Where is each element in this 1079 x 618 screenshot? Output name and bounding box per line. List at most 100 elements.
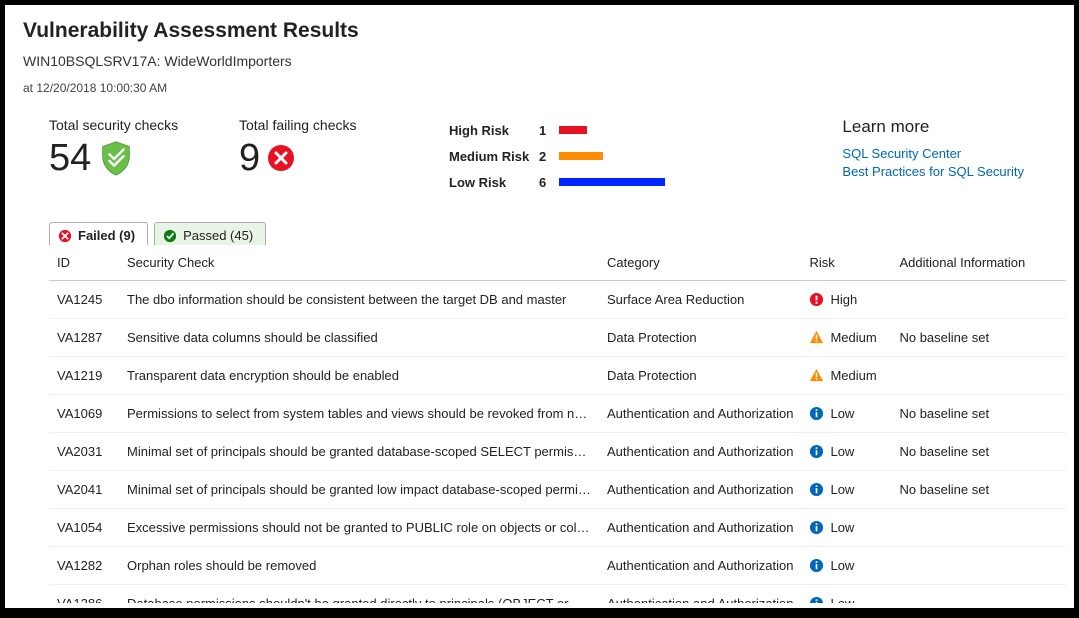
table-row[interactable]: VA1287Sensitive data columns should be c… — [49, 319, 1066, 357]
cell-security-check: Sensitive data columns should be classif… — [119, 319, 599, 357]
risk-low-label: Low Risk — [449, 175, 539, 190]
link-sql-security-center[interactable]: SQL Security Center — [842, 145, 1024, 163]
link-best-practices[interactable]: Best Practices for SQL Security — [842, 163, 1024, 181]
cell-id: VA1282 — [49, 547, 119, 585]
results-table: ID Security Check Category Risk Addition… — [49, 245, 1066, 603]
risk-medium-count: 2 — [539, 149, 559, 164]
table-row[interactable]: VA2031Minimal set of principals should b… — [49, 433, 1066, 471]
summary-row: Total security checks 54 Total failing c… — [5, 95, 1074, 203]
table-row[interactable]: VA1069Permissions to select from system … — [49, 395, 1066, 433]
learn-more-heading: Learn more — [842, 117, 1024, 137]
tab-passed-label: Passed (45) — [183, 228, 253, 243]
risk-text: Low — [830, 482, 854, 497]
scan-timestamp: at 12/20/2018 10:00:30 AM — [23, 81, 1074, 95]
col-id[interactable]: ID — [49, 245, 119, 281]
cell-risk: Low — [801, 471, 891, 509]
cell-additional-info — [891, 357, 1066, 395]
failing-checks-label: Total failing checks — [239, 117, 419, 133]
error-circle-icon — [266, 143, 296, 173]
table-row[interactable]: VA1245The dbo information should be cons… — [49, 281, 1066, 319]
cell-category: Surface Area Reduction — [599, 281, 801, 319]
medium-risk-icon — [809, 330, 824, 345]
app-frame: Vulnerability Assessment Results WIN10BS… — [5, 5, 1074, 608]
total-checks-block: Total security checks 54 — [49, 117, 229, 177]
page-title: Vulnerability Assessment Results — [23, 19, 1056, 43]
server-database: WIN10BSQLSRV17A: WideWorldImporters — [23, 53, 1056, 69]
cell-id: VA1054 — [49, 509, 119, 547]
risk-medium-label: Medium Risk — [449, 149, 539, 164]
cell-risk: Low — [801, 433, 891, 471]
cell-id: VA2041 — [49, 471, 119, 509]
cell-id: VA1245 — [49, 281, 119, 319]
risk-breakdown: High Risk 1 Medium Risk 2 Low Risk 6 — [449, 117, 749, 195]
risk-low-bar — [559, 178, 665, 186]
risk-medium-row: Medium Risk 2 — [449, 143, 749, 169]
cell-id: VA1069 — [49, 395, 119, 433]
cell-additional-info — [891, 585, 1066, 604]
learn-more-block: Learn more SQL Security Center Best Prac… — [842, 117, 1044, 181]
check-circle-icon — [163, 229, 177, 243]
risk-text: Medium — [830, 368, 876, 383]
cell-category: Authentication and Authorization — [599, 395, 801, 433]
high-risk-icon — [809, 292, 824, 307]
medium-risk-icon — [809, 368, 824, 383]
col-additional-info[interactable]: Additional Information — [891, 245, 1066, 281]
cell-additional-info: No baseline set — [891, 395, 1066, 433]
tab-failed-label: Failed (9) — [78, 228, 135, 243]
col-security-check[interactable]: Security Check — [119, 245, 599, 281]
risk-high-count: 1 — [539, 123, 559, 138]
cell-risk: Low — [801, 509, 891, 547]
col-category[interactable]: Category — [599, 245, 801, 281]
total-checks-value: 54 — [49, 139, 91, 177]
low-risk-icon — [809, 520, 824, 535]
cell-id: VA1287 — [49, 319, 119, 357]
table-row[interactable]: VA1219Transparent data encryption should… — [49, 357, 1066, 395]
cell-additional-info — [891, 547, 1066, 585]
cell-security-check: Minimal set of principals should be gran… — [119, 471, 599, 509]
risk-low-count: 6 — [539, 175, 559, 190]
low-risk-icon — [809, 482, 824, 497]
cell-security-check: Permissions to select from system tables… — [119, 395, 599, 433]
risk-medium-bar — [559, 152, 603, 160]
shield-check-icon — [97, 139, 135, 177]
cell-security-check: The dbo information should be consistent… — [119, 281, 599, 319]
risk-text: Low — [830, 520, 854, 535]
low-risk-icon — [809, 558, 824, 573]
cell-category: Authentication and Authorization — [599, 471, 801, 509]
cell-additional-info — [891, 281, 1066, 319]
risk-text: Low — [830, 444, 854, 459]
cell-category: Authentication and Authorization — [599, 547, 801, 585]
cell-risk: Low — [801, 547, 891, 585]
table-row[interactable]: VA1282Orphan roles should be removedAuth… — [49, 547, 1066, 585]
cell-security-check: Orphan roles should be removed — [119, 547, 599, 585]
risk-high-bar — [559, 126, 587, 134]
risk-text: Low — [830, 596, 854, 603]
cell-security-check: Excessive permissions should not be gran… — [119, 509, 599, 547]
cell-risk: Low — [801, 395, 891, 433]
table-row[interactable]: VA1054Excessive permissions should not b… — [49, 509, 1066, 547]
risk-text: Low — [830, 406, 854, 421]
low-risk-icon — [809, 406, 824, 421]
cell-additional-info: No baseline set — [891, 319, 1066, 357]
error-circle-icon — [58, 229, 72, 243]
risk-high-row: High Risk 1 — [449, 117, 749, 143]
risk-text: High — [830, 292, 857, 307]
table-row[interactable]: VA1286Database permissions shouldn't be … — [49, 585, 1066, 604]
table-row[interactable]: VA2041Minimal set of principals should b… — [49, 471, 1066, 509]
cell-risk: High — [801, 281, 891, 319]
cell-id: VA1286 — [49, 585, 119, 604]
cell-category: Authentication and Authorization — [599, 585, 801, 604]
results-table-scroll[interactable]: ID Security Check Category Risk Addition… — [49, 245, 1066, 603]
table-header-row: ID Security Check Category Risk Addition… — [49, 245, 1066, 281]
low-risk-icon — [809, 596, 824, 603]
col-risk[interactable]: Risk — [801, 245, 891, 281]
cell-category: Data Protection — [599, 357, 801, 395]
cell-security-check: Minimal set of principals should be gran… — [119, 433, 599, 471]
low-risk-icon — [809, 444, 824, 459]
failing-checks-block: Total failing checks 9 — [239, 117, 419, 177]
cell-security-check: Database permissions shouldn't be grante… — [119, 585, 599, 604]
cell-category: Data Protection — [599, 319, 801, 357]
cell-risk: Medium — [801, 319, 891, 357]
risk-low-row: Low Risk 6 — [449, 169, 749, 195]
cell-id: VA1219 — [49, 357, 119, 395]
